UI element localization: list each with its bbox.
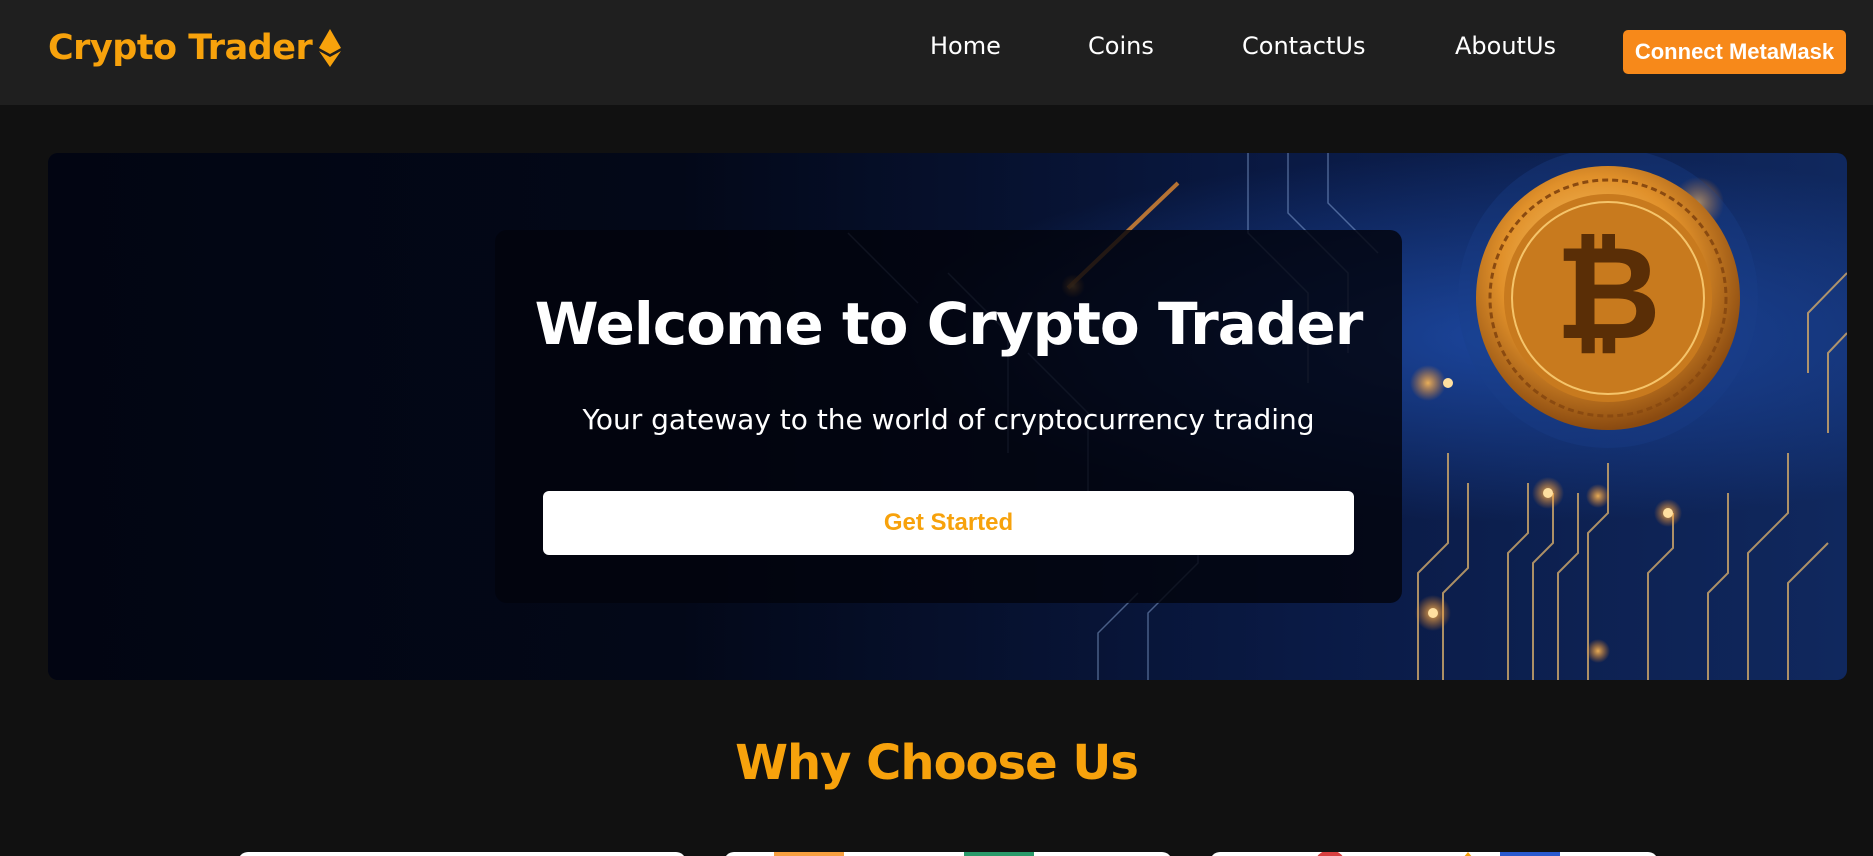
feature-card[interactable] [238,852,686,856]
nav-link-coins[interactable]: Coins [1088,32,1154,60]
why-choose-us-heading: Why Choose Us [735,735,1139,791]
nav-links: Home Coins ContactUs AboutUs [0,32,1873,72]
hero-subtitle: Your gateway to the world of cryptocurre… [582,403,1315,436]
nav-link-aboutus[interactable]: AboutUs [1455,32,1556,60]
connect-metamask-button[interactable]: Connect MetaMask [1623,30,1846,74]
feature-card[interactable] [1210,852,1658,856]
feature-image [774,852,1034,856]
hero-banner: ₿ Welcome to Crypto Trader Your gateway … [48,153,1847,680]
get-started-button[interactable]: Get Started [543,491,1354,555]
nav-link-contactus[interactable]: ContactUs [1242,32,1365,60]
nav-link-home[interactable]: Home [930,32,1001,60]
hero-card: Welcome to Crypto Trader Your gateway to… [495,230,1402,603]
feature-card[interactable] [724,852,1172,856]
svg-text:₿: ₿ [1555,217,1661,369]
navbar: Crypto Trader Home Coins ContactUs About… [0,0,1873,105]
feature-image [1317,852,1560,856]
hero-title: Welcome to Crypto Trader [534,290,1364,358]
